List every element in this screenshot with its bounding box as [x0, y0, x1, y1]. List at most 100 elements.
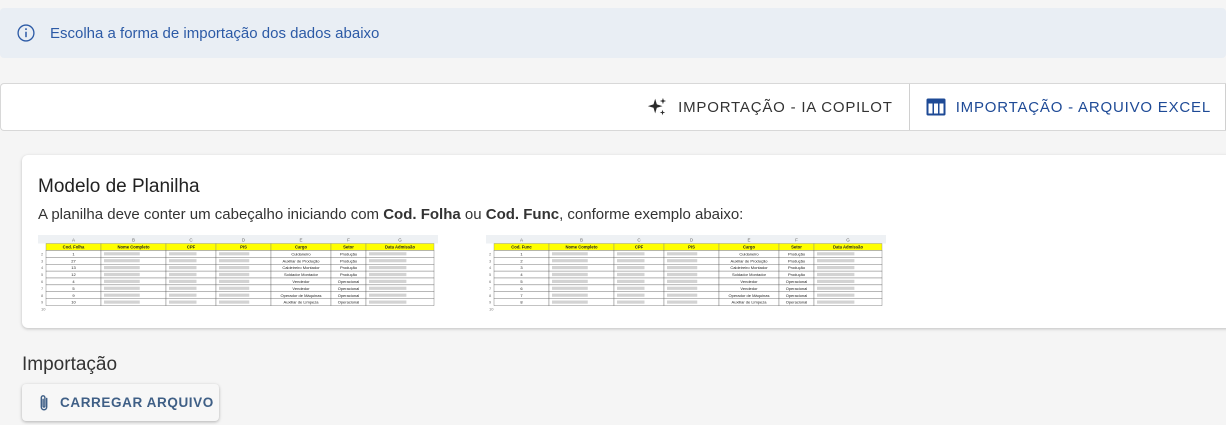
blurred-cell-content: [369, 279, 407, 283]
blurred-cell-content: [817, 266, 855, 270]
tab-label: IMPORTAÇÃO - IA COPILOT: [678, 98, 893, 116]
blurred-cell-content: [104, 266, 140, 270]
blurred-cell-content: [552, 293, 588, 297]
blurred-cell-content: [552, 300, 588, 304]
cell-text: Vendedor: [292, 286, 310, 291]
cell-text: Produção: [788, 265, 806, 270]
blurred-cell-content: [552, 272, 588, 277]
blurred-cell-content: [667, 266, 698, 270]
column-letter: G: [846, 238, 850, 243]
blurred-cell-content: [169, 252, 197, 256]
blurred-cell-content: [369, 252, 407, 256]
import-method-tabs: IMPORTAÇÃO - IA COPILOT IMPORTAÇÃO - ARQ…: [0, 83, 1226, 131]
upload-button-label: CARREGAR ARQUIVO: [60, 395, 214, 410]
cell-text: Cuidaneiro: [739, 251, 759, 256]
header-text: CPF: [187, 245, 196, 250]
column-letter: A: [520, 238, 523, 243]
cell-text: 12: [71, 272, 76, 277]
blurred-cell-content: [667, 293, 698, 297]
blurred-cell-content: [667, 279, 698, 283]
cell-text: Produção: [340, 265, 358, 270]
cell-text: Produção: [788, 251, 806, 256]
blurred-cell-content: [219, 272, 250, 277]
cell-text: Caldeireiro Montador: [730, 265, 768, 270]
cell-text: Produção: [788, 272, 806, 277]
blurred-cell-content: [169, 272, 197, 277]
upload-file-button[interactable]: CARREGAR ARQUIVO: [22, 384, 219, 421]
blurred-cell-content: [617, 252, 645, 256]
cell-text: 13: [71, 265, 76, 270]
tab-arquivo-excel[interactable]: IMPORTAÇÃO - ARQUIVO EXCEL: [908, 84, 1226, 130]
cell-text: Produção: [340, 272, 358, 277]
blurred-cell-content: [169, 286, 197, 290]
header-text: Data Admissão: [385, 245, 416, 250]
cell-text: Auxiliar de Limpeza: [284, 300, 320, 305]
blurred-cell-content: [219, 279, 250, 283]
blurred-cell-content: [667, 300, 698, 304]
blurred-cell-content: [617, 272, 645, 277]
blurred-cell-content: [104, 286, 140, 290]
cell-text: Operacional: [786, 279, 808, 284]
tab-ia-copilot[interactable]: IMPORTAÇÃO - IA COPILOT: [630, 84, 909, 130]
column-letter: E: [747, 238, 750, 243]
cell-text: Auxiliar de Limpeza: [732, 300, 768, 305]
blurred-cell-content: [552, 286, 588, 290]
cell-text: 27: [71, 258, 76, 263]
blurred-cell-content: [817, 279, 855, 283]
blurred-cell-content: [169, 279, 197, 283]
cell-text: Operacional: [338, 293, 360, 298]
import-section-title: Importação: [22, 354, 118, 375]
column-letter: F: [347, 238, 350, 243]
blurred-cell-content: [817, 252, 855, 256]
cell-text: Auxiliar de Produção: [731, 258, 769, 263]
column-letter: B: [580, 238, 583, 243]
model-description: A planilha deve conter um cabeçalho inic…: [38, 206, 743, 223]
blurred-cell-content: [667, 286, 698, 290]
desc-key-cod-folha: Cod. Folha: [383, 206, 461, 223]
blurred-cell-content: [169, 259, 197, 263]
column-letter: B: [132, 238, 135, 243]
model-card: Modelo de Planilha A planilha deve conte…: [22, 155, 1226, 328]
paperclip-icon: [40, 394, 48, 410]
header-text: Cargo: [295, 245, 308, 250]
cell-text: Operacional: [338, 300, 360, 305]
sparkles-icon: [647, 97, 667, 116]
blurred-cell-content: [617, 300, 645, 304]
spreadsheet-image: A B C D E F GCod. Func Nome Completo CPF PIS Cargo…: [486, 235, 886, 313]
cell-text: Operacional: [786, 300, 808, 305]
blurred-cell-content: [104, 300, 140, 304]
column-letter: F: [795, 238, 798, 243]
blurred-cell-content: [219, 286, 250, 290]
header-text: Data Admissão: [833, 245, 864, 250]
blurred-cell-content: [667, 252, 698, 256]
blurred-cell-content: [369, 293, 407, 297]
blurred-cell-content: [617, 279, 645, 283]
desc-mid: ou: [460, 206, 486, 223]
cell-text: Operacional: [338, 286, 360, 291]
blurred-cell-content: [369, 300, 407, 304]
blurred-cell-content: [817, 300, 855, 304]
blurred-cell-content: [219, 300, 250, 304]
header-text: Setor: [791, 245, 802, 250]
info-icon: [17, 24, 35, 42]
blurred-cell-content: [104, 293, 140, 297]
example-sheet-cod-func: A B C D E F G Cod. Func Nome Completo CPF PIS Cargo…: [486, 235, 886, 313]
cell-text: 10: [71, 300, 76, 305]
blurred-cell-content: [667, 272, 698, 277]
header-text: Cod. Func: [511, 245, 532, 250]
cell-text: Vendedor: [292, 279, 310, 284]
column-letter: E: [299, 238, 302, 243]
desc-suffix: , conforme exemplo abaixo:: [559, 206, 744, 223]
row-number: 10: [41, 307, 46, 312]
blurred-cell-content: [169, 293, 197, 297]
blurred-cell-content: [617, 259, 645, 263]
blurred-cell-content: [219, 293, 250, 297]
blurred-cell-content: [552, 279, 588, 283]
blurred-cell-content: [667, 259, 698, 263]
blurred-cell-content: [219, 266, 250, 270]
header-text: Nome Completo: [117, 245, 150, 250]
row-number: 10: [489, 307, 494, 312]
blurred-cell-content: [369, 259, 407, 263]
blurred-cell-content: [817, 286, 855, 290]
header-text: PIS: [240, 245, 247, 250]
